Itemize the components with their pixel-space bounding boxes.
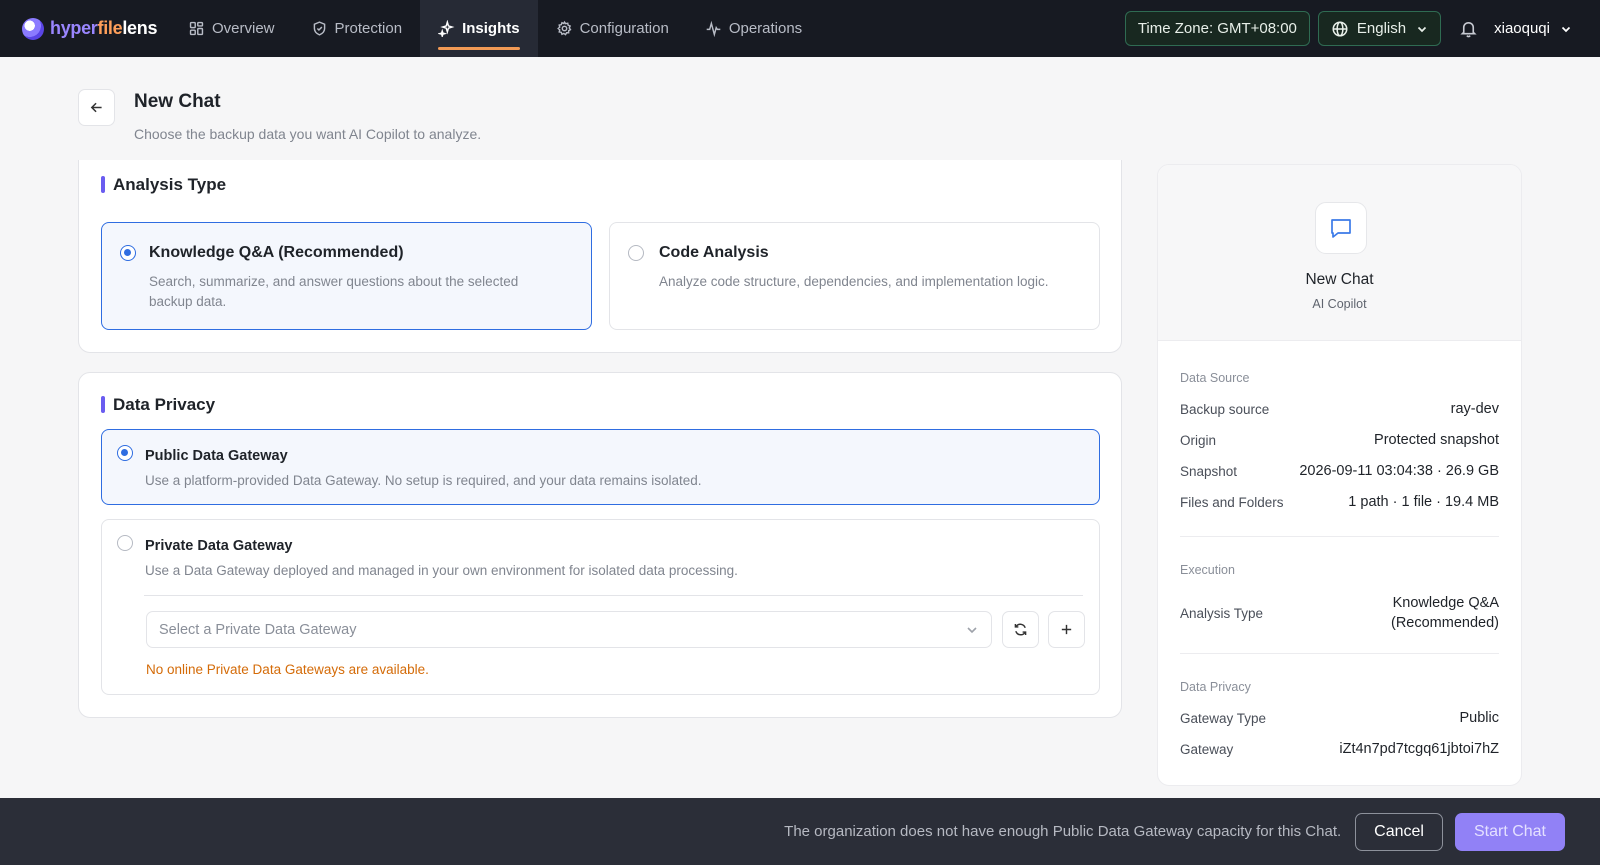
footer-bar: The organization does not have enough Pu… [0,798,1600,865]
private-gateway-select[interactable]: Select a Private Data Gateway [146,611,992,648]
chat-bubble-icon [1331,219,1351,238]
nav-label-protection: Protection [334,20,403,37]
back-button[interactable] [78,89,115,126]
shield-icon [313,21,325,36]
summary-row-snapshot: Snapshot 2026-09-11 03:04:38 · 26.9 GB [1180,463,1499,479]
nav-label-configuration: Configuration [579,20,669,37]
data-source-label: Data Source [1180,371,1250,385]
top-nav: hyperfilelens Overview Protection Insigh… [0,0,1600,57]
arrow-left-icon [90,102,102,113]
data-privacy-title: Data Privacy [101,395,215,415]
nav-item-insights[interactable]: Insights [420,0,538,57]
nav-label-insights: Insights [462,20,520,37]
nav-label-overview: Overview [212,20,275,37]
logo-mark-icon [22,17,44,40]
nav-item-overview[interactable]: Overview [170,0,293,57]
chevron-down-icon [967,626,977,633]
refresh-gateways-button[interactable] [1002,611,1039,648]
cancel-button[interactable]: Cancel [1355,812,1443,851]
add-gateway-button[interactable] [1048,611,1085,648]
data-privacy-card: Data Privacy Public Data Gateway Use a p… [78,372,1122,718]
capacity-warning: The organization does not have enough Pu… [784,823,1342,840]
nav-item-protection[interactable]: Protection [293,0,421,57]
data-privacy-summary-label: Data Privacy [1180,680,1251,694]
sparkle-icon [438,20,455,37]
private-gateway-warning: No online Private Data Gateways are avai… [146,662,429,677]
nav-item-operations[interactable]: Operations [687,0,820,57]
chevron-down-icon [1418,26,1427,32]
nav-item-configuration[interactable]: Configuration [538,0,687,57]
overview-grid-icon [189,21,204,36]
globe-icon [1332,20,1348,37]
chat-icon-box [1315,202,1367,254]
bell-icon [1460,21,1477,38]
timezone-button[interactable]: Time Zone: GMT+08:00 [1124,11,1310,46]
option-code-analysis[interactable]: Code Analysis Analyze code structure, de… [609,222,1100,330]
summary-panel: New Chat AI Copilot Data Source Backup s… [1157,164,1522,786]
option-knowledge-qa-desc: Search, summarize, and answer questions … [149,274,519,309]
language-select[interactable]: English [1317,11,1442,46]
summary-row-gateway: Gateway iZt4n7pd7tcgq61jbtoi7hZ [1180,741,1499,757]
summary-row-analysis-type: Analysis Type Knowledge Q&A (Recommended) [1180,595,1499,631]
summary-subtitle: AI Copilot [1312,297,1367,311]
chevron-down-icon [1561,26,1571,32]
private-gateway-title: Private Data Gateway [145,538,293,554]
language-label: English [1356,20,1407,37]
summary-row-files-folders: Files and Folders 1 path · 1 file · 19.4… [1180,494,1499,510]
main-nav: Overview Protection Insights Configurati… [170,0,820,57]
plus-icon [1061,624,1072,635]
analysis-type-title: Analysis Type [101,175,226,195]
logo[interactable]: hyperfilelens [22,17,162,40]
summary-header: New Chat AI Copilot [1158,165,1521,341]
nav-label-operations: Operations [728,20,803,37]
private-gateway-divider [144,595,1083,596]
summary-title: New Chat [1305,271,1374,288]
radio-private-gateway[interactable] [117,535,133,551]
summary-divider [1180,653,1499,654]
nav-right: Time Zone: GMT+08:00 English xiaoquqi [1124,11,1572,46]
option-public-gateway[interactable]: Public Data Gateway Use a platform-provi… [101,429,1100,505]
option-knowledge-qa-title: Knowledge Q&A (Recommended) [149,244,404,261]
page-title: New Chat [134,91,221,112]
username: xiaoquqi [1494,20,1550,37]
refresh-icon [1014,623,1027,636]
summary-row-origin: Origin Protected snapshot [1180,432,1499,448]
start-chat-button[interactable]: Start Chat [1454,812,1565,851]
public-gateway-desc: Use a platform-provided Data Gateway. No… [145,473,702,488]
page-subtitle: Choose the backup data you want AI Copil… [134,126,482,142]
summary-row-backup-source: Backup source ray-dev [1180,401,1499,417]
logo-text: hyperfilelens [50,18,158,38]
option-code-analysis-title: Code Analysis [659,244,769,261]
option-code-analysis-desc: Analyze code structure, dependencies, an… [659,274,1049,289]
gear-icon [556,20,572,36]
notifications-button[interactable] [1459,19,1478,38]
option-knowledge-qa[interactable]: Knowledge Q&A (Recommended) Search, summ… [101,222,592,330]
summary-divider [1180,536,1499,537]
radio-code-analysis[interactable] [628,245,644,261]
summary-row-gateway-type: Gateway Type Public [1180,710,1499,726]
radio-knowledge-qa[interactable] [120,245,136,261]
analysis-type-card: Analysis Type Knowledge Q&A (Recommended… [78,160,1122,353]
private-gateway-desc: Use a Data Gateway deployed and managed … [145,563,738,578]
pulse-icon [706,20,721,37]
user-menu[interactable]: xiaoquqi [1494,20,1572,37]
public-gateway-title: Public Data Gateway [145,448,288,464]
option-private-gateway[interactable]: Private Data Gateway Use a Data Gateway … [101,519,1100,695]
radio-public-gateway[interactable] [117,445,133,461]
private-gateway-select-placeholder: Select a Private Data Gateway [159,621,357,638]
execution-label: Execution [1180,563,1235,577]
